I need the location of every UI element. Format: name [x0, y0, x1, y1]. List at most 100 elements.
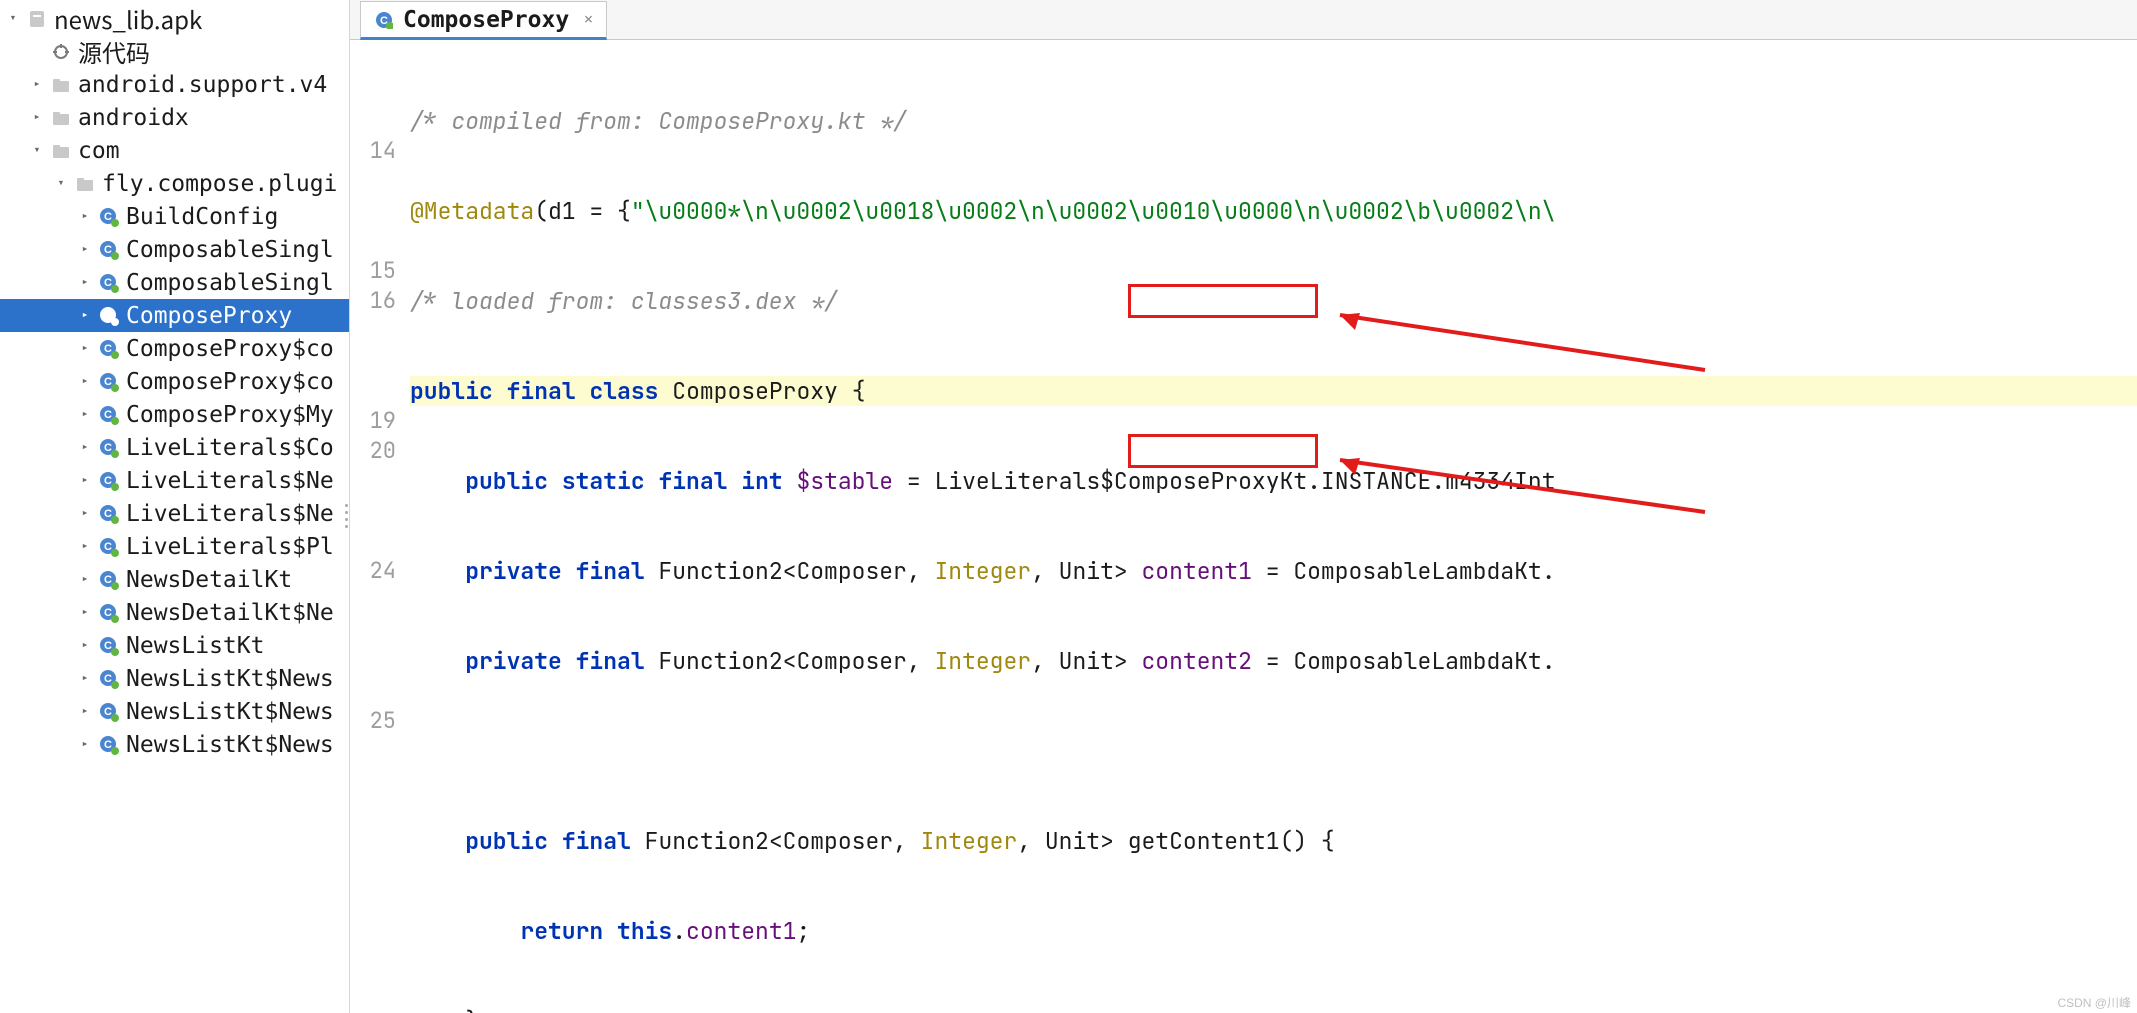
chevron-right-icon[interactable]: ▸ [30, 76, 44, 94]
tree-item-label: NewsDetailKt$Ne [126, 600, 334, 626]
chevron-right-icon[interactable]: ▸ [78, 604, 92, 622]
line-number: 19 [350, 406, 396, 436]
tree-item-buildconfig[interactable]: ▸ C BuildConfig [0, 200, 349, 233]
tree-item-liveliterals-ne[interactable]: ▸ C LiveLiterals$Ne [0, 464, 349, 497]
line-number [350, 166, 396, 196]
cls-icon: C [98, 470, 120, 492]
class-file-icon: C [373, 9, 395, 31]
cls-icon: C [98, 569, 120, 591]
tree-item-label: BuildConfig [126, 204, 278, 230]
tree-item-com[interactable]: ▾com [0, 134, 349, 167]
line-number [350, 736, 396, 766]
chevron-right-icon[interactable]: ▸ [78, 703, 92, 721]
line-number: 20 [350, 436, 396, 466]
tree-item-label: 源代码 [78, 34, 150, 69]
chevron-right-icon[interactable]: ▸ [78, 373, 92, 391]
chevron-right-icon[interactable]: ▸ [78, 406, 92, 424]
tree-resizer[interactable] [343, 486, 349, 546]
tree-item-label: NewsListKt [126, 633, 264, 659]
tree-item-label: LiveLiterals$Pl [126, 534, 334, 560]
tree-item-label: ComposeProxy$My [126, 402, 334, 428]
tree-item-fly-compose-plugi[interactable]: ▾ fly.compose.plugi [0, 167, 349, 200]
svg-text:C: C [104, 706, 112, 718]
tree-item-label: LiveLiterals$Ne [126, 468, 334, 494]
tree-item-composeproxy-co[interactable]: ▸CComposeProxy$co [0, 365, 349, 398]
tree-item-label: NewsListKt$News [126, 666, 334, 692]
chevron-right-icon[interactable]: ▸ [78, 307, 92, 325]
svg-text:C: C [104, 607, 112, 619]
svg-text:C: C [104, 640, 112, 652]
pkg-icon [50, 140, 72, 162]
svg-text:C: C [104, 442, 112, 454]
tree-item-composeproxy-co[interactable]: ▸CComposeProxy$co [0, 332, 349, 365]
pkg-icon [74, 173, 96, 195]
tree-item-newsdetailkt-ne[interactable]: ▸ C NewsDetailKt$Ne [0, 596, 349, 629]
line-number [350, 616, 396, 646]
chevron-right-icon[interactable]: ▸ [78, 439, 92, 457]
chevron-right-icon[interactable]: ▸ [78, 505, 92, 523]
chevron-right-icon[interactable]: ▸ [78, 571, 92, 589]
tree-item-label: NewsListKt$News [126, 699, 334, 725]
line-number: 16 [350, 286, 396, 316]
tree-item-newslistkt-news[interactable]: ▸ C NewsListKt$News [0, 662, 349, 695]
chevron-right-icon[interactable]: ▸ [30, 109, 44, 127]
line-number [350, 316, 396, 346]
chevron-right-icon[interactable]: ▸ [78, 637, 92, 655]
tree-item-composablesingl[interactable]: ▸CComposableSingl [0, 233, 349, 266]
tree-item-newslistkt-news[interactable]: ▸ C NewsListKt$News [0, 695, 349, 728]
tree-item-composeproxy-my[interactable]: ▸ C ComposeProxy$My [0, 398, 349, 431]
cls-icon: C [98, 635, 120, 657]
svg-text:C: C [104, 508, 112, 520]
chevron-down-icon[interactable]: ▾ [6, 10, 20, 28]
method-getcontent1: getContent1 [1128, 826, 1280, 856]
tree-item-liveliterals-pl[interactable]: ▸ C LiveLiterals$Pl [0, 530, 349, 563]
chevron-right-icon[interactable]: ▸ [78, 670, 92, 688]
chevron-right-icon[interactable]: ▸ [78, 538, 92, 556]
tree-item-newslistkt-news[interactable]: ▸CNewsListKt$News [0, 728, 349, 761]
tree-item-label: NewsDetailKt [126, 567, 292, 593]
editor-tabs: C ComposeProxy × [350, 0, 2137, 40]
tab-composeproxy[interactable]: C ComposeProxy × [360, 1, 607, 40]
chevron-right-icon[interactable]: ▸ [78, 472, 92, 490]
cls-icon: C [98, 206, 120, 228]
tree-item-newsdetailkt[interactable]: ▸ C NewsDetailKt [0, 563, 349, 596]
chevron-right-icon[interactable]: ▸ [78, 241, 92, 259]
line-number [350, 646, 396, 676]
line-number [350, 346, 396, 376]
tree-item-label: fly.compose.plugi [102, 171, 337, 197]
tree-item-liveliterals-ne[interactable]: ▸CLiveLiterals$Ne [0, 497, 349, 530]
cls-icon: C [98, 668, 120, 690]
tree-item-liveliterals-co[interactable]: ▸CLiveLiterals$Co [0, 431, 349, 464]
line-number [350, 46, 396, 76]
apk-icon [26, 8, 48, 30]
tree-item-androidx[interactable]: ▸ androidx [0, 101, 349, 134]
cls-icon: C [98, 536, 120, 558]
project-tree[interactable]: ▾news_lib.apk源代码▸android.support.v4▸andr… [0, 0, 350, 1013]
editor-pane: C ComposeProxy × 14151619202425 /* compi… [350, 0, 2137, 1013]
tree-item-newslistkt[interactable]: ▸ C NewsListKt [0, 629, 349, 662]
tree-item-android-support-v4[interactable]: ▸android.support.v4 [0, 68, 349, 101]
chevron-down-icon[interactable]: ▾ [30, 142, 44, 160]
chevron-right-icon[interactable]: ▸ [78, 736, 92, 754]
tree-item--[interactable]: 源代码 [0, 35, 349, 68]
chevron-right-icon[interactable]: ▸ [78, 340, 92, 358]
comment: /* loaded from: classes3.dex */ [410, 286, 838, 316]
svg-text:C: C [104, 475, 112, 487]
cls-icon: C [98, 239, 120, 261]
line-number: 24 [350, 556, 396, 586]
line-number [350, 586, 396, 616]
cls-icon: C [98, 305, 120, 327]
chevron-down-icon[interactable]: ▾ [54, 175, 68, 193]
tree-item-label: androidx [78, 105, 189, 131]
cls-icon: C [98, 734, 120, 756]
svg-text:C: C [104, 409, 112, 421]
cls-icon: C [98, 338, 120, 360]
tab-close-icon[interactable]: × [583, 8, 594, 31]
tree-item-composeproxy[interactable]: ▸CComposeProxy [0, 299, 349, 332]
tree-item-news-lib-apk[interactable]: ▾news_lib.apk [0, 2, 349, 35]
chevron-right-icon[interactable]: ▸ [78, 274, 92, 292]
tree-item-composablesingl[interactable]: ▸CComposableSingl [0, 266, 349, 299]
code-area[interactable]: /* compiled from: ComposeProxy.kt */ @Me… [410, 40, 2137, 1013]
cls-icon: C [98, 503, 120, 525]
chevron-right-icon[interactable]: ▸ [78, 208, 92, 226]
